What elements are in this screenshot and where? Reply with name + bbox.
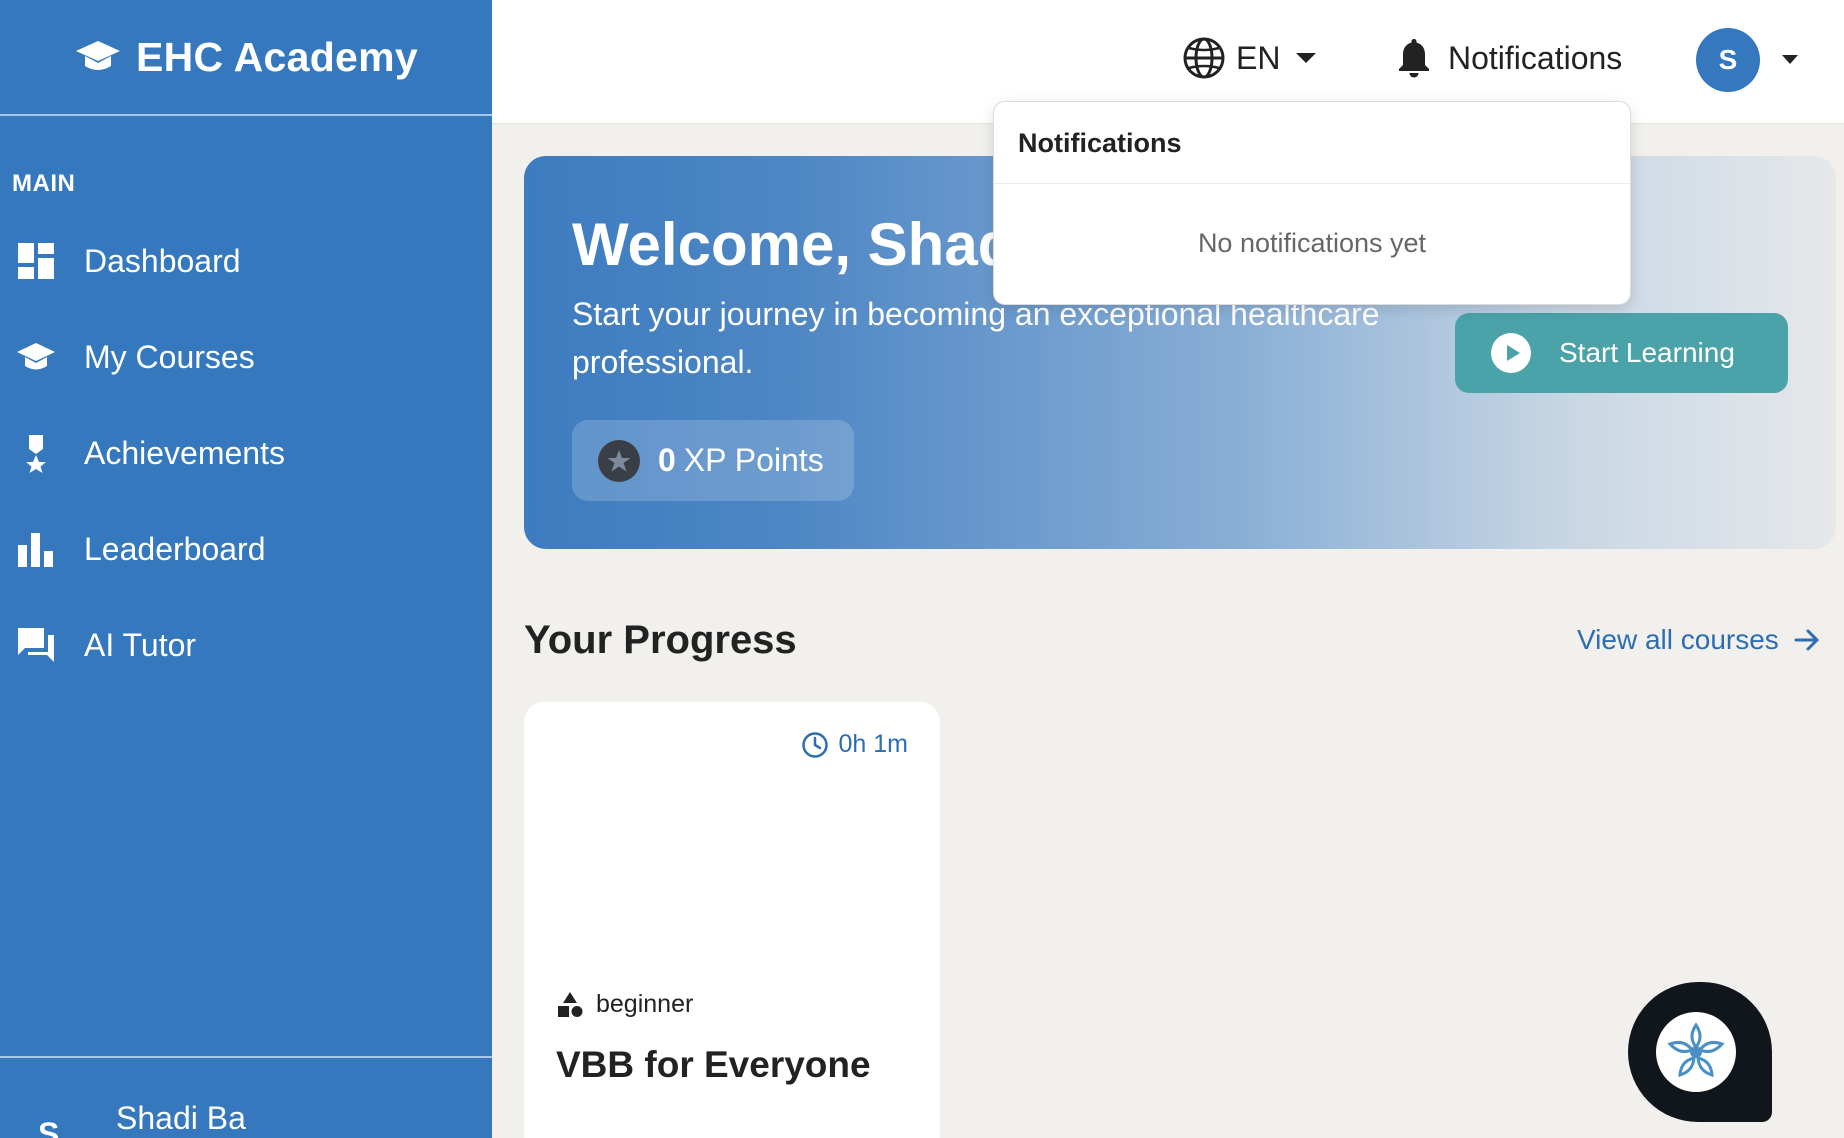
notifications-dropdown-title: Notifications	[1018, 128, 1182, 158]
divider	[994, 183, 1630, 184]
language-label: EN	[1236, 39, 1281, 76]
chat-icon	[14, 623, 58, 667]
sidebar-user[interactable]: S Shadi Ba	[0, 1056, 492, 1138]
course-level: beginner	[556, 990, 693, 1019]
course-level-text: beginner	[596, 990, 694, 1018]
user-name: Shadi Ba	[116, 1100, 246, 1136]
avatar-chevron-down-icon[interactable]	[1782, 55, 1798, 64]
dashboard-icon	[14, 239, 58, 283]
course-duration: 0h 1m	[801, 730, 908, 759]
sidebar-item-achievements[interactable]: Achievements	[0, 405, 492, 501]
sidebar-item-ai-tutor[interactable]: AI Tutor	[0, 597, 492, 693]
sidebar-item-label: Dashboard	[84, 242, 241, 279]
xp-points-text: 0 XP Points	[658, 442, 824, 479]
sidebar-item-label: My Courses	[84, 338, 255, 375]
notifications-dropdown: Notifications No notifications yet	[993, 101, 1631, 305]
sidebar: EHC Academy MAIN Dashboard My Courses Ac…	[0, 0, 492, 1138]
sidebar-item-label: Achievements	[84, 434, 285, 471]
brand[interactable]: EHC Academy	[0, 0, 492, 116]
language-selector[interactable]: EN	[1182, 36, 1317, 80]
sidebar-item-leaderboard[interactable]: Leaderboard	[0, 501, 492, 597]
sidebar-item-label: Leaderboard	[84, 530, 266, 567]
course-card[interactable]: 0h 1m beginner VBB for Everyone	[524, 702, 940, 1138]
chevron-down-icon	[1296, 53, 1317, 63]
view-all-courses-link[interactable]: View all courses	[1577, 624, 1821, 656]
avatar[interactable]: S	[1696, 28, 1760, 92]
sidebar-item-dashboard[interactable]: Dashboard	[0, 213, 492, 309]
start-learning-button[interactable]: Start Learning	[1455, 313, 1788, 393]
view-all-courses-label: View all courses	[1577, 624, 1779, 655]
arrow-right-icon	[1794, 629, 1819, 651]
notifications-button[interactable]: Notifications	[1394, 36, 1622, 80]
play-icon	[1491, 333, 1531, 373]
sidebar-item-my-courses[interactable]: My Courses	[0, 309, 492, 405]
brand-name: EHC Academy	[135, 33, 419, 80]
user-initial: S	[38, 1116, 60, 1138]
sidebar-item-label: AI Tutor	[84, 626, 197, 663]
globe-icon	[1183, 37, 1225, 79]
xp-points-value: 0	[658, 442, 676, 478]
star-icon	[598, 439, 640, 482]
course-duration-text: 0h 1m	[838, 730, 908, 758]
sidebar-nav: Dashboard My Courses Achievements Leader…	[0, 213, 492, 693]
bar-chart-icon	[14, 527, 58, 571]
notifications-empty-message: No notifications yet	[1197, 228, 1427, 258]
bell-icon	[1399, 39, 1429, 78]
shapes-icon	[558, 991, 583, 1017]
start-learning-label: Start Learning	[1559, 337, 1735, 368]
course-title: VBB for Everyone	[556, 1044, 871, 1085]
xp-points-label: XP Points	[683, 442, 824, 478]
progress-heading: Your Progress	[524, 618, 797, 662]
notifications-label: Notifications	[1448, 39, 1623, 76]
chat-widget-button[interactable]	[1628, 982, 1772, 1122]
welcome-heading: Welcome, Shadi	[572, 211, 1032, 278]
section-label-main: MAIN	[12, 170, 76, 197]
graduation-cap-icon	[14, 335, 58, 379]
clock-icon	[801, 731, 828, 758]
graduation-cap-logo-icon	[75, 41, 120, 70]
medal-icon	[14, 431, 58, 475]
xp-points-badge: 0 XP Points	[572, 420, 854, 501]
flower-logo-icon	[1656, 1012, 1736, 1092]
